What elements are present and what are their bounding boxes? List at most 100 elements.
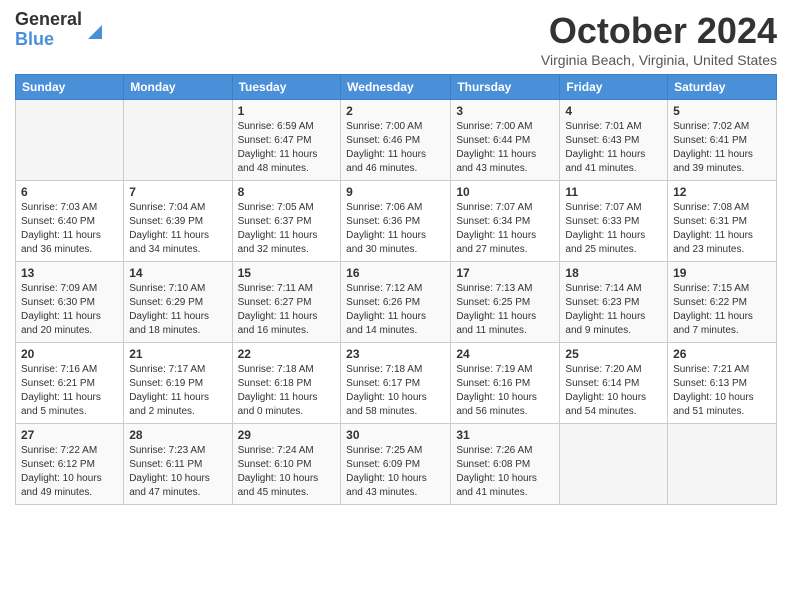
day-number: 10 <box>456 185 554 199</box>
day-number: 4 <box>565 104 662 118</box>
logo: General Blue <box>15 10 106 50</box>
day-number: 29 <box>238 428 336 442</box>
day-number: 16 <box>346 266 445 280</box>
day-info: Sunrise: 7:14 AMSunset: 6:23 PMDaylight:… <box>565 282 662 338</box>
calendar-cell: 20 Sunrise: 7:16 AMSunset: 6:21 PMDayligh… <box>16 343 124 424</box>
day-info: Sunrise: 7:26 AMSunset: 6:08 PMDaylight:… <box>456 444 554 500</box>
calendar-cell: 25 Sunrise: 7:20 AMSunset: 6:14 PMDayligh… <box>560 343 668 424</box>
day-number: 31 <box>456 428 554 442</box>
logo-icon <box>84 21 106 43</box>
day-number: 30 <box>346 428 445 442</box>
day-number: 21 <box>129 347 226 361</box>
day-info: Sunrise: 7:21 AMSunset: 6:13 PMDaylight:… <box>673 363 771 419</box>
logo-general: General <box>15 10 82 30</box>
day-number: 15 <box>238 266 336 280</box>
day-number: 17 <box>456 266 554 280</box>
calendar-cell: 16 Sunrise: 7:12 AMSunset: 6:26 PMDayligh… <box>341 262 451 343</box>
day-number: 9 <box>346 185 445 199</box>
col-saturday: Saturday <box>668 75 777 100</box>
calendar-cell: 26 Sunrise: 7:21 AMSunset: 6:13 PMDayligh… <box>668 343 777 424</box>
col-friday: Friday <box>560 75 668 100</box>
calendar-cell: 7Sunrise: 7:04 AMSunset: 6:39 PMDaylight… <box>124 181 232 262</box>
calendar-week-2: 13 Sunrise: 7:09 AMSunset: 6:30 PMDayligh… <box>16 262 777 343</box>
calendar-cell: 29Sunrise: 7:24 AMSunset: 6:10 PMDayligh… <box>232 424 341 505</box>
day-info: Sunrise: 7:15 AMSunset: 6:22 PMDaylight:… <box>673 282 771 338</box>
calendar-week-0: 1 Sunrise: 6:59 AMSunset: 6:47 PMDaylight… <box>16 100 777 181</box>
day-info: Sunrise: 7:06 AMSunset: 6:36 PMDaylight:… <box>346 201 445 257</box>
day-info: Sunrise: 7:25 AMSunset: 6:09 PMDaylight:… <box>346 444 445 500</box>
calendar-week-1: 6Sunrise: 7:03 AMSunset: 6:40 PMDaylight… <box>16 181 777 262</box>
calendar-cell: 19 Sunrise: 7:15 AMSunset: 6:22 PMDayligh… <box>668 262 777 343</box>
day-number: 14 <box>129 266 226 280</box>
day-info: Sunrise: 7:00 AMSunset: 6:46 PMDaylight:… <box>346 120 445 176</box>
day-info: Sunrise: 7:01 AMSunset: 6:43 PMDaylight:… <box>565 120 662 176</box>
calendar-cell <box>124 100 232 181</box>
day-number: 27 <box>21 428 118 442</box>
day-number: 18 <box>565 266 662 280</box>
col-tuesday: Tuesday <box>232 75 341 100</box>
calendar-cell: 15 Sunrise: 7:11 AMSunset: 6:27 PMDayligh… <box>232 262 341 343</box>
day-number: 28 <box>129 428 226 442</box>
calendar-cell <box>560 424 668 505</box>
calendar-cell: 28 Sunrise: 7:23 AMSunset: 6:11 PMDayligh… <box>124 424 232 505</box>
day-number: 11 <box>565 185 662 199</box>
day-info: Sunrise: 7:18 AMSunset: 6:17 PMDaylight:… <box>346 363 445 419</box>
day-number: 26 <box>673 347 771 361</box>
calendar-cell: 30 Sunrise: 7:25 AMSunset: 6:09 PMDayligh… <box>341 424 451 505</box>
day-info: Sunrise: 7:12 AMSunset: 6:26 PMDaylight:… <box>346 282 445 338</box>
calendar-cell: 1 Sunrise: 6:59 AMSunset: 6:47 PMDaylight… <box>232 100 341 181</box>
day-number: 2 <box>346 104 445 118</box>
calendar-cell: 22Sunrise: 7:18 AMSunset: 6:18 PMDayligh… <box>232 343 341 424</box>
day-number: 7 <box>129 185 226 199</box>
day-info: Sunrise: 7:11 AMSunset: 6:27 PMDaylight:… <box>238 282 336 338</box>
day-number: 20 <box>21 347 118 361</box>
calendar-cell: 10 Sunrise: 7:07 AMSunset: 6:34 PMDayligh… <box>451 181 560 262</box>
calendar-cell: 5Sunrise: 7:02 AMSunset: 6:41 PMDaylight… <box>668 100 777 181</box>
day-info: Sunrise: 7:19 AMSunset: 6:16 PMDaylight:… <box>456 363 554 419</box>
page: General Blue October 2024 Virginia Beach… <box>0 0 792 515</box>
day-info: Sunrise: 7:17 AMSunset: 6:19 PMDaylight:… <box>129 363 226 419</box>
day-number: 19 <box>673 266 771 280</box>
location: Virginia Beach, Virginia, United States <box>541 52 777 68</box>
calendar-cell: 21 Sunrise: 7:17 AMSunset: 6:19 PMDayligh… <box>124 343 232 424</box>
calendar-cell: 3Sunrise: 7:00 AMSunset: 6:44 PMDaylight… <box>451 100 560 181</box>
calendar-cell: 9 Sunrise: 7:06 AMSunset: 6:36 PMDaylight… <box>341 181 451 262</box>
calendar-week-3: 20 Sunrise: 7:16 AMSunset: 6:21 PMDayligh… <box>16 343 777 424</box>
calendar-cell: 14 Sunrise: 7:10 AMSunset: 6:29 PMDayligh… <box>124 262 232 343</box>
day-info: Sunrise: 7:09 AMSunset: 6:30 PMDaylight:… <box>21 282 118 338</box>
calendar-week-4: 27Sunrise: 7:22 AMSunset: 6:12 PMDayligh… <box>16 424 777 505</box>
col-thursday: Thursday <box>451 75 560 100</box>
day-number: 22 <box>238 347 336 361</box>
calendar-cell: 12Sunrise: 7:08 AMSunset: 6:31 PMDayligh… <box>668 181 777 262</box>
calendar-cell: 4 Sunrise: 7:01 AMSunset: 6:43 PMDaylight… <box>560 100 668 181</box>
day-number: 5 <box>673 104 771 118</box>
day-info: Sunrise: 7:10 AMSunset: 6:29 PMDaylight:… <box>129 282 226 338</box>
day-info: Sunrise: 7:00 AMSunset: 6:44 PMDaylight:… <box>456 120 554 176</box>
day-info: Sunrise: 7:16 AMSunset: 6:21 PMDaylight:… <box>21 363 118 419</box>
day-info: Sunrise: 7:20 AMSunset: 6:14 PMDaylight:… <box>565 363 662 419</box>
day-number: 24 <box>456 347 554 361</box>
calendar-cell: 2 Sunrise: 7:00 AMSunset: 6:46 PMDaylight… <box>341 100 451 181</box>
day-number: 25 <box>565 347 662 361</box>
col-sunday: Sunday <box>16 75 124 100</box>
day-info: Sunrise: 7:08 AMSunset: 6:31 PMDaylight:… <box>673 201 771 257</box>
day-number: 6 <box>21 185 118 199</box>
calendar-cell: 8Sunrise: 7:05 AMSunset: 6:37 PMDaylight… <box>232 181 341 262</box>
logo-blue: Blue <box>15 30 82 50</box>
day-number: 13 <box>21 266 118 280</box>
calendar-cell: 18 Sunrise: 7:14 AMSunset: 6:23 PMDayligh… <box>560 262 668 343</box>
day-info: Sunrise: 7:23 AMSunset: 6:11 PMDaylight:… <box>129 444 226 500</box>
day-number: 23 <box>346 347 445 361</box>
calendar-cell: 24 Sunrise: 7:19 AMSunset: 6:16 PMDayligh… <box>451 343 560 424</box>
title-section: October 2024 Virginia Beach, Virginia, U… <box>541 10 777 68</box>
calendar-cell <box>668 424 777 505</box>
col-wednesday: Wednesday <box>341 75 451 100</box>
calendar-cell: 31 Sunrise: 7:26 AMSunset: 6:08 PMDayligh… <box>451 424 560 505</box>
day-info: Sunrise: 7:13 AMSunset: 6:25 PMDaylight:… <box>456 282 554 338</box>
calendar-cell: 6Sunrise: 7:03 AMSunset: 6:40 PMDaylight… <box>16 181 124 262</box>
day-number: 1 <box>238 104 336 118</box>
day-info: Sunrise: 6:59 AMSunset: 6:47 PMDaylight:… <box>238 120 336 176</box>
calendar-cell: 17 Sunrise: 7:13 AMSunset: 6:25 PMDayligh… <box>451 262 560 343</box>
month-title: October 2024 <box>541 10 777 52</box>
day-info: Sunrise: 7:07 AMSunset: 6:34 PMDaylight:… <box>456 201 554 257</box>
